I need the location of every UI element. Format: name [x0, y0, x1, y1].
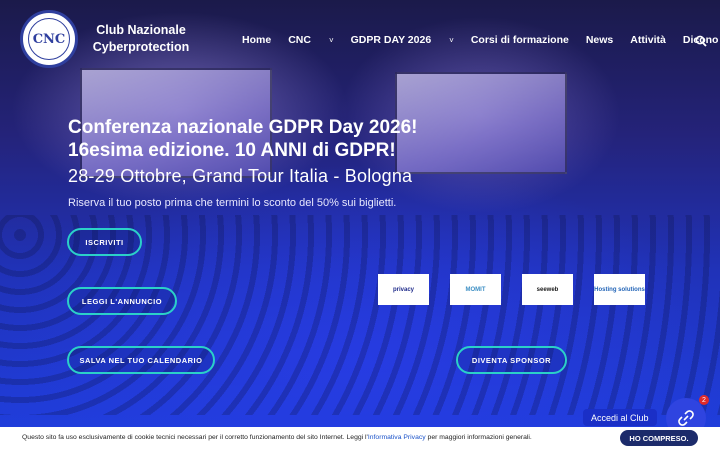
cookie-text-before: Questo sito fa uso esclusivamente di coo… [22, 434, 368, 441]
nav-label: Corsi di formazione [470, 34, 569, 46]
sponsor-name: privacy [392, 286, 414, 293]
diventa-sponsor-button[interactable]: DIVENTA SPONSOR [456, 346, 567, 374]
nav-label: CNC [288, 34, 311, 46]
sponsor-logo-seeweb[interactable]: seeweb [522, 274, 573, 305]
nav-item-gdpr-day[interactable]: GDPR DAY 2026 ˅ [351, 34, 454, 46]
nav-item-cnc[interactable]: CNC ˅ [288, 34, 333, 46]
accept-cookies-button[interactable]: HO COMPRESO. [620, 430, 698, 446]
cookie-text-after: per maggiori informazioni generali. [425, 434, 532, 441]
link-icon [678, 410, 694, 426]
chevron-down-icon: ˅ [328, 35, 334, 45]
nav-label: GDPR DAY 2026 [350, 34, 432, 46]
nav-item-news[interactable]: News [586, 34, 613, 46]
nav-label: News [585, 34, 614, 46]
logo-mark: CNC [28, 18, 70, 60]
sponsor-logo-privacy[interactable]: privacy [378, 274, 429, 305]
main-navigation: Home CNC ˅ GDPR DAY 2026 ˅ Corsi di formaz… [242, 34, 720, 46]
brand-line-1: Club Nazionale [96, 23, 186, 37]
notification-badge: 2 [699, 395, 709, 405]
nav-label: Home [242, 34, 272, 46]
chevron-down-icon: ˅ [449, 35, 454, 45]
privacy-policy-link[interactable]: Informativa Privacy [368, 434, 426, 441]
event-date-location: 28-29 Ottobre, Grand Tour Italia - Bolog… [68, 166, 413, 186]
discount-tagline: Riserva il tuo posto prima che termini l… [68, 197, 397, 209]
sponsor-logo-momit[interactable]: MOMIT [450, 274, 501, 305]
cookie-banner: Questo sito fa uso esclusivamente di coo… [0, 427, 720, 450]
conference-screen-right [395, 72, 567, 174]
iscriviti-button[interactable]: ISCRIVITI [67, 228, 142, 256]
brand-name[interactable]: Club Nazionale Cyberprotection [86, 22, 196, 56]
accedi-club-label[interactable]: Accedi al Club [583, 409, 657, 426]
nav-item-home[interactable]: Home [242, 34, 271, 46]
club-logo[interactable]: CNC [20, 10, 78, 68]
leggi-annuncio-button[interactable]: LEGGI L'ANNUNCIO [67, 287, 177, 315]
search-icon[interactable] [695, 35, 707, 47]
nav-item-attivita[interactable]: Attività [630, 34, 666, 46]
hero-background [0, 0, 720, 450]
nav-label: Attività [630, 34, 666, 46]
cookie-notice: Questo sito fa uso esclusivamente di coo… [22, 434, 532, 441]
nav-item-corsi[interactable]: Corsi di formazione [471, 34, 569, 46]
sponsor-name: Hosting solutions [594, 286, 645, 293]
sponsor-name: MOMIT [465, 286, 486, 293]
headline-line-1: Conferenza nazionale GDPR Day 2026! [68, 117, 418, 138]
sponsor-logo-hosting-solutions[interactable]: Hosting solutions [594, 274, 645, 305]
headline-line-2: 16esima edizione. 10 ANNI di GDPR! [68, 140, 396, 161]
brand-line-2: Cyberprotection [92, 40, 190, 54]
hero-headline: Conferenza nazionale GDPR Day 2026! 16es… [68, 116, 418, 162]
sponsor-name: seeweb [536, 286, 559, 293]
salva-calendario-button[interactable]: SALVA NEL TUO CALENDARIO [67, 346, 215, 374]
